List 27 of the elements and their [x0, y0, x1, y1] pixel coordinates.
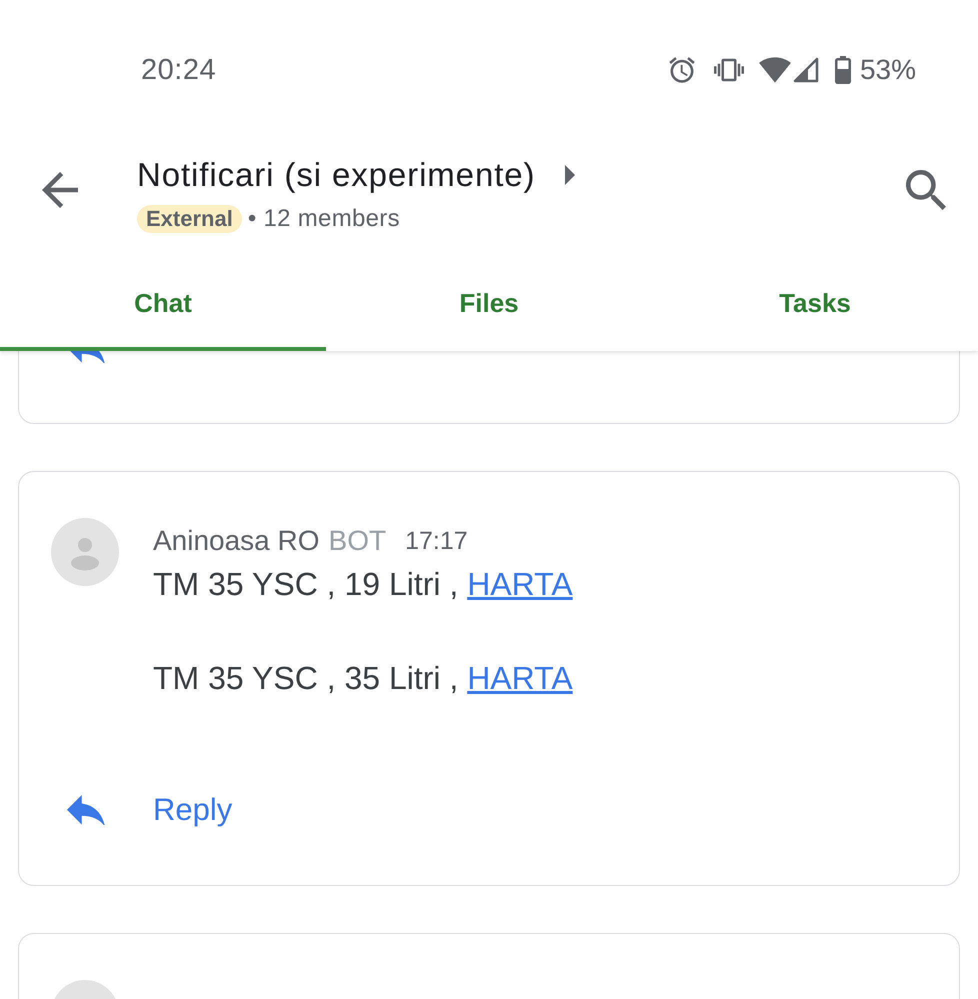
- tab[interactable]: Tasks: [652, 255, 978, 351]
- message-text: TM 35 YSC , 35 Litri , HARTA: [153, 658, 573, 698]
- chat-title[interactable]: Notificari (si experimente): [137, 156, 536, 194]
- alarm-clock-icon: [668, 56, 696, 84]
- search-button[interactable]: [906, 170, 946, 210]
- map-link[interactable]: HARTA: [467, 566, 573, 602]
- caret-icon: [565, 165, 576, 185]
- message-time: 17:17: [405, 526, 468, 556]
- bot-label: BOT: [328, 525, 386, 557]
- reply-button[interactable]: Reply: [67, 786, 232, 834]
- reply-icon: [67, 794, 105, 824]
- signal-icon: [792, 57, 819, 83]
- tab[interactable]: Files: [326, 255, 652, 351]
- battery-percentage: 53%: [860, 54, 916, 86]
- battery-icon: [834, 56, 851, 84]
- search-icon: [906, 170, 946, 210]
- map-link[interactable]: HARTA: [467, 660, 573, 696]
- avatar-icon: [51, 518, 119, 586]
- wifi-icon: [758, 57, 791, 83]
- message-text: TM 35 YSC , 19 Litri , HARTA: [153, 564, 573, 604]
- back-button[interactable]: [42, 172, 78, 208]
- external-badge: External: [137, 205, 242, 233]
- member-count: • 12 members: [248, 205, 400, 233]
- back-arrow-icon: [42, 172, 78, 208]
- vibrate-icon: [714, 57, 744, 83]
- clock-time: 20:24: [141, 54, 216, 86]
- sender-name: Aninoasa RO: [153, 525, 320, 557]
